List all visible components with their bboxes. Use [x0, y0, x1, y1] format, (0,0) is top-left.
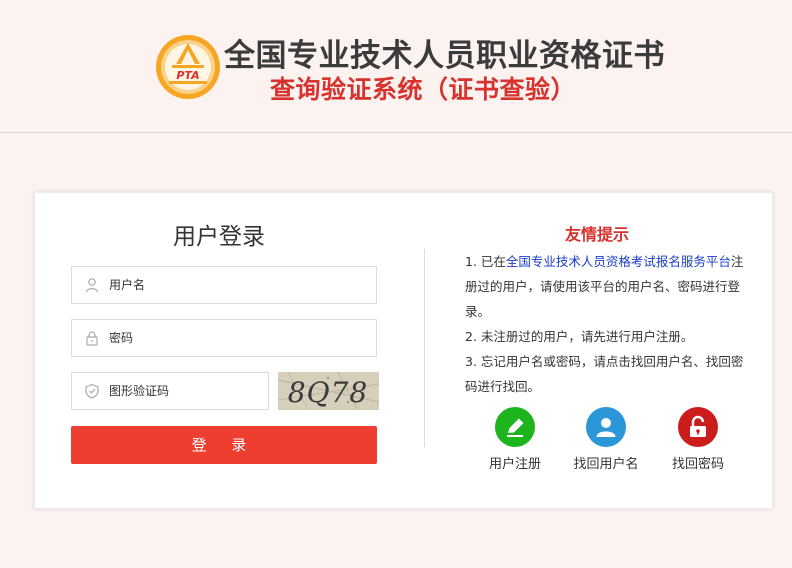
tips-list: 1. 已在全国专业技术人员资格考试报名服务平台注册过的用户，请使用该平台的用户名… [465, 249, 755, 399]
register-button[interactable]: 用户注册 [475, 407, 555, 472]
pta-logo: PTA [156, 35, 220, 99]
tip-item-3: 3. 忘记用户名或密码，请点击找回用户名、找回密码进行找回。 [465, 354, 744, 394]
svg-text:8Q78: 8Q78 [288, 376, 368, 409]
captcha-image[interactable]: 8Q78 [278, 372, 379, 410]
system-title: 全国专业技术人员职业资格证书 [224, 38, 665, 74]
register-label: 用户注册 [488, 457, 541, 472]
lock-icon [86, 331, 98, 346]
login-card: 用户登录 8Q78 登 录 友情提示 [34, 192, 773, 509]
captcha-field [71, 372, 269, 410]
tip-item-2: 2. 未注册过的用户，请先进行用户注册。 [465, 329, 694, 344]
password-field [71, 319, 377, 357]
page-header: PTA 全国专业技术人员职业资格证书 查询验证系统（证书查验） [0, 0, 792, 132]
tips-title: 友情提示 [565, 225, 630, 244]
system-subtitle: 查询验证系统（证书查验） [270, 75, 577, 104]
recover-username-label: 找回用户名 [573, 457, 639, 472]
password-input[interactable] [109, 320, 369, 356]
card-divider [424, 249, 425, 447]
recover-password-label: 找回密码 [671, 457, 724, 472]
recover-username-button[interactable]: 找回用户名 [566, 407, 646, 472]
login-title: 用户登录 [173, 224, 265, 250]
tip-item-1: 1. 已在全国专业技术人员资格考试报名服务平台注册过的用户，请使用该平台的用户名… [465, 254, 744, 319]
lock-icon [678, 407, 718, 447]
account-actions: 用户注册 找回用户名 找回密码 [475, 407, 745, 477]
exam-platform-link[interactable]: 全国专业技术人员资格考试报名服务平台 [506, 254, 731, 269]
username-input[interactable] [109, 267, 369, 303]
user-icon [85, 278, 99, 293]
login-button[interactable]: 登 录 [71, 426, 377, 464]
pencil-icon [495, 407, 535, 447]
shield-icon [85, 383, 99, 399]
username-field [71, 266, 377, 304]
svg-text:PTA: PTA [176, 69, 199, 82]
user-icon [586, 407, 626, 447]
captcha-input[interactable] [109, 373, 259, 409]
recover-password-button[interactable]: 找回密码 [658, 407, 738, 472]
header-divider [0, 132, 792, 133]
